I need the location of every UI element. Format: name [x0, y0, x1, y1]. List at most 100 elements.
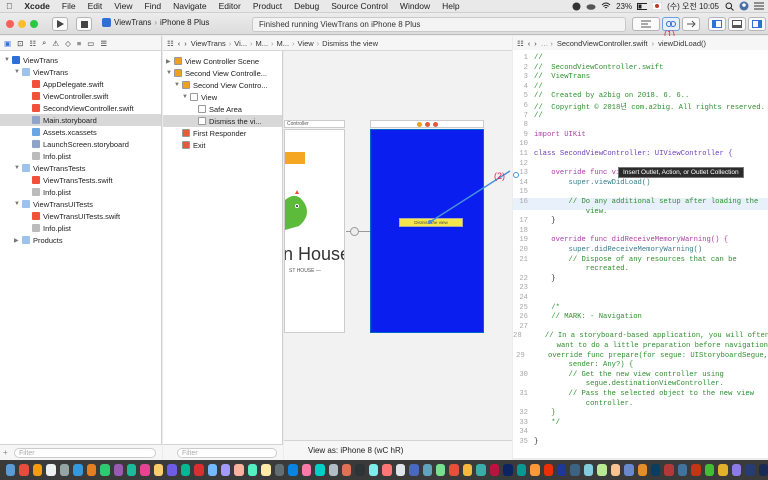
dock-app-icon[interactable] — [651, 464, 661, 476]
issue-icon[interactable]: ⚠ — [52, 39, 59, 48]
dock-app-icon[interactable] — [288, 464, 298, 476]
breakpoint-icon[interactable]: ▭ — [87, 39, 94, 48]
editor-related-icon[interactable]: ☷ — [517, 39, 524, 48]
dock-app-icon[interactable] — [462, 464, 473, 476]
disclosure-icon[interactable]: ▼ — [14, 165, 22, 171]
navigator-item[interactable]: Info.plist — [0, 150, 161, 162]
related-items-icon[interactable]: ☷ — [167, 39, 174, 48]
view-as-bar[interactable]: View as: iPhone 8 (wC hR) — [284, 440, 512, 460]
menu-file[interactable]: File — [56, 1, 82, 11]
navigator-item[interactable]: ViewTransUITests.swift — [0, 210, 161, 222]
dock-app-icon[interactable] — [167, 464, 177, 476]
navigator-item[interactable]: ViewTransTests.swift — [0, 174, 161, 186]
dock-app-icon[interactable] — [731, 464, 742, 476]
dock-app-icon[interactable] — [382, 464, 392, 476]
close-window-button[interactable] — [6, 20, 14, 28]
minimize-window-button[interactable] — [18, 20, 26, 28]
menu-source-control[interactable]: Source Control — [325, 1, 394, 11]
dock-app-icon[interactable] — [86, 464, 97, 476]
dock-app-icon[interactable] — [194, 464, 204, 476]
navigator-item[interactable]: ▼ ViewTrans — [0, 66, 161, 78]
zoom-window-button[interactable] — [30, 20, 38, 28]
outline-item[interactable]: ▼ Second View Contro... — [163, 79, 282, 91]
dock-app-icon[interactable] — [503, 464, 513, 476]
dock-app-icon[interactable] — [140, 464, 150, 476]
status-icon[interactable] — [571, 1, 581, 11]
menu-debug[interactable]: Debug — [288, 1, 325, 11]
dock-app-icon[interactable] — [6, 464, 16, 476]
dock-app-icon[interactable] — [758, 464, 768, 476]
cloud-icon[interactable] — [586, 1, 596, 11]
dock-app-icon[interactable] — [261, 464, 271, 476]
menu-find[interactable]: Find — [139, 1, 168, 11]
disclosure-icon[interactable]: ▼ — [174, 82, 182, 88]
dock-app-icon[interactable] — [221, 464, 231, 476]
ib-crumb[interactable]: Vi... — [234, 39, 247, 48]
dock-app-icon[interactable] — [664, 464, 674, 476]
back-icon[interactable]: ‹ — [178, 39, 181, 48]
test-icon[interactable]: ◇ — [65, 39, 71, 48]
toggle-inspector-button[interactable] — [748, 17, 766, 31]
editor-symbol-crumb[interactable]: viewDidLoad() — [658, 39, 706, 48]
disclosure-icon[interactable]: ▶ — [14, 237, 22, 244]
dock-app-icon[interactable] — [126, 464, 137, 476]
toggle-navigator-button[interactable] — [708, 17, 726, 31]
navigator-item[interactable]: ▼ ViewTrans — [0, 54, 161, 66]
dock-app-icon[interactable] — [597, 464, 607, 476]
dock-app-icon[interactable] — [234, 464, 244, 476]
dock-app-icon[interactable] — [180, 464, 191, 476]
menu-list-icon[interactable] — [754, 1, 764, 11]
forward-icon[interactable]: › — [184, 39, 187, 48]
outline-item[interactable]: ▼ Second View Controlle... — [163, 67, 282, 79]
dock-app-icon[interactable] — [436, 464, 446, 476]
ib-crumb[interactable]: Dismiss the view — [322, 39, 378, 48]
editor-forward-icon[interactable]: › — [534, 39, 537, 48]
ib-crumb[interactable]: ViewTrans — [191, 39, 226, 48]
menu-editor[interactable]: Editor — [213, 1, 247, 11]
navigator-item[interactable]: AppDelegate.swift — [0, 78, 161, 90]
dock-app-icon[interactable] — [409, 464, 419, 476]
disclosure-icon[interactable]: ▶ — [166, 58, 174, 65]
outline-item[interactable]: Exit — [163, 139, 282, 151]
symbol-icon[interactable]: ☷ — [29, 39, 36, 48]
folder-tab-icon[interactable]: ▣ — [4, 39, 11, 48]
scheme-selector[interactable]: ViewTrans › iPhone 8 Plus — [102, 18, 209, 27]
outline-item[interactable]: Safe Area — [163, 103, 282, 115]
dock-app-icon[interactable] — [570, 464, 580, 476]
toggle-debug-button[interactable] — [728, 17, 746, 31]
navigator-filter-input[interactable]: Filter — [14, 448, 156, 458]
dock-app-icon[interactable] — [113, 464, 123, 476]
editor-file-crumb[interactable]: SecondViewController.swift — [557, 39, 648, 48]
run-button[interactable] — [52, 17, 68, 31]
dock-app-icon[interactable] — [704, 464, 715, 476]
outline-filter-input[interactable]: Filter — [177, 448, 277, 458]
wifi-icon[interactable] — [601, 1, 611, 11]
dock-app-icon[interactable] — [46, 464, 56, 476]
disclosure-icon[interactable]: ▼ — [182, 94, 190, 100]
navigator-item[interactable]: ▼ ViewTransUITests — [0, 198, 161, 210]
menu-app[interactable]: Xcode — [18, 1, 56, 11]
standard-editor-button[interactable] — [632, 17, 660, 31]
ib-crumb[interactable]: M... — [277, 39, 290, 48]
menu-help[interactable]: Help — [436, 1, 465, 11]
flag-icon[interactable] — [652, 1, 663, 11]
dock-app-icon[interactable] — [355, 464, 365, 476]
battery-icon[interactable] — [637, 1, 648, 11]
debug-icon[interactable]: ≡ — [77, 39, 81, 48]
report-icon[interactable]: ☰ — [100, 39, 107, 48]
dock-app-icon[interactable] — [59, 464, 70, 476]
storyboard-canvas[interactable]: Controller n House ST HOUSE — Dismiss th… — [284, 51, 512, 440]
dock-app-icon[interactable] — [341, 464, 352, 476]
dock-app-icon[interactable] — [153, 464, 164, 476]
dock-app-icon[interactable] — [677, 464, 688, 476]
add-icon[interactable]: + — [3, 448, 8, 457]
navigator-item[interactable]: Main.storyboard — [0, 114, 161, 126]
dock-app-icon[interactable] — [100, 464, 110, 476]
editor-back-icon[interactable]: ‹ — [528, 39, 531, 48]
search-icon[interactable] — [724, 1, 734, 11]
dock-app-icon[interactable] — [489, 464, 500, 476]
navigator-item[interactable]: LaunchScreen.storyboard — [0, 138, 161, 150]
ib-crumb[interactable]: M... — [256, 39, 269, 48]
disclosure-icon[interactable]: ▼ — [14, 69, 22, 75]
dock-app-icon[interactable] — [274, 464, 285, 476]
